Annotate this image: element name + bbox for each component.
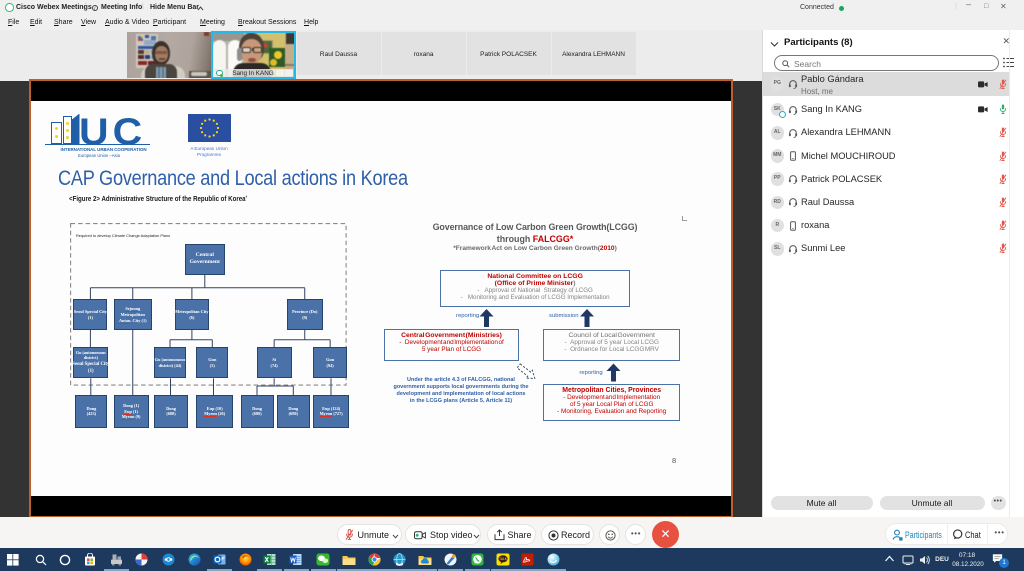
svg-text:TALK: TALK: [499, 557, 508, 561]
